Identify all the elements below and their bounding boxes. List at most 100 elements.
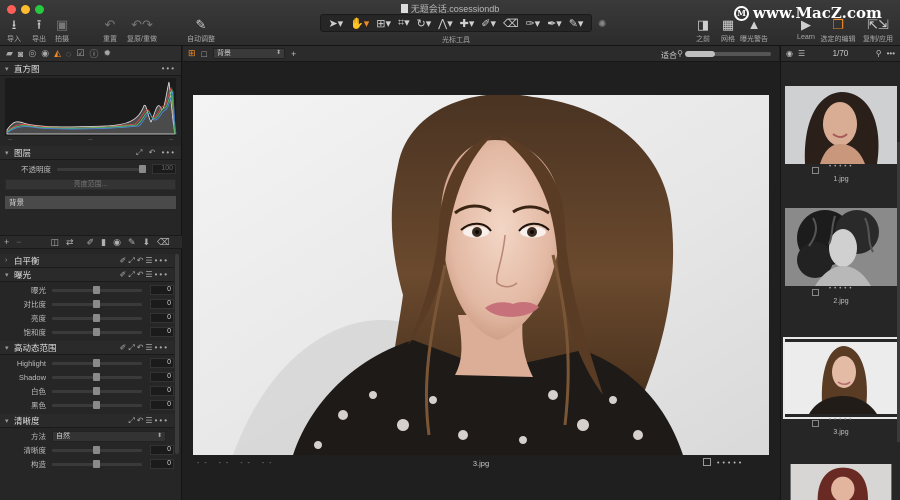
multi-view-icon[interactable]: ⊞ [188, 48, 196, 59]
histogram-header[interactable]: ▾ 直方图 ••• [0, 62, 181, 76]
radial-gradient-icon[interactable]: ◉ [113, 237, 121, 248]
add-layer-icon[interactable]: + [4, 237, 9, 247]
saturation-value[interactable]: 0 [150, 327, 174, 337]
exposure-value[interactable]: 0 [150, 285, 174, 295]
rating-dots[interactable]: ••••• [829, 417, 855, 423]
hdr-actions-icon[interactable]: ✐⤢↶☰••• [120, 343, 169, 353]
structure-slider[interactable] [52, 459, 142, 468]
select-checkbox[interactable] [703, 458, 711, 466]
brightness-slider[interactable] [52, 313, 142, 322]
slider-thumb[interactable] [92, 372, 100, 381]
white-value[interactable]: 0 [150, 386, 174, 396]
loupe-cursor-icon[interactable]: ⊞▾ [376, 17, 391, 30]
camera-tab-icon[interactable]: ◙ [18, 49, 23, 59]
heal-cursor-icon[interactable]: ✑▾ [525, 17, 540, 30]
slider-thumb[interactable] [92, 386, 100, 395]
remove-layer-icon[interactable]: − [16, 237, 21, 247]
thumbnail-checkbox[interactable] [812, 420, 819, 427]
crop-cursor-icon[interactable]: ⌗▾ [398, 16, 410, 30]
settings-tab-icon[interactable]: ✹ [103, 48, 111, 59]
thumbnail-image[interactable] [785, 208, 897, 286]
thumbnail-image[interactable] [783, 337, 899, 419]
zoom-slider-thumb[interactable] [685, 51, 715, 57]
details-tab-icon[interactable]: ◌ [66, 49, 71, 59]
clear-mask-icon[interactable]: ⌫ [157, 237, 170, 248]
keystone-cursor-icon[interactable]: ⋀▾ [438, 17, 453, 30]
contrast-value[interactable]: 0 [150, 299, 174, 309]
search-icon[interactable]: ⚲ [876, 49, 882, 58]
slider-thumb[interactable] [92, 313, 100, 322]
main-photo[interactable] [193, 95, 769, 455]
undo-redo-button[interactable]: ↶↷ 复原/重做 [125, 16, 159, 44]
slider-thumb[interactable] [92, 459, 100, 468]
exposure-header[interactable]: ▾ 曝光 ✐⤢↶☰••• [0, 268, 174, 282]
more-icon[interactable]: ••• [162, 64, 176, 73]
opacity-value[interactable]: 100 [152, 164, 176, 174]
eyedropper-cursor-icon[interactable]: ✒▾ [547, 17, 562, 30]
highlight-value[interactable]: 0 [150, 358, 174, 368]
eraser-cursor-icon[interactable]: ⌫ [503, 17, 519, 30]
mask-view-icon[interactable]: ◫ [51, 237, 60, 248]
thumbnail-checkbox[interactable] [812, 289, 819, 296]
slider-thumb[interactable] [92, 445, 100, 454]
slider-thumb[interactable] [92, 285, 100, 294]
thumbnail-item[interactable]: ••••• 1.jpg [785, 86, 897, 186]
pan-cursor-icon[interactable]: ✋▾ [350, 17, 369, 30]
thumbnail-item[interactable]: ••••• 2.jpg [785, 208, 897, 308]
layer-select[interactable]: 背景 ⬍ [212, 48, 285, 59]
color-tab-icon[interactable]: ◉ [41, 48, 49, 59]
white-balance-header[interactable]: › 白平衡 ✐⤢↶☰••• [0, 254, 174, 268]
annotate-cursor-icon[interactable]: ✎▾ [569, 17, 584, 30]
more-icon[interactable]: ••• [887, 49, 895, 58]
clarity-actions-icon[interactable]: ⤢↶☰••• [128, 416, 169, 426]
black-value[interactable]: 0 [150, 400, 174, 410]
thumbnail-image[interactable] [785, 464, 897, 500]
picker-cursor-icon[interactable]: ✚▾ [460, 17, 475, 30]
hdr-header[interactable]: ▾ 高动态范围 ✐⤢↶☰••• [0, 341, 174, 355]
rating-dots[interactable]: ••••• [829, 286, 855, 292]
layers-header[interactable]: ▾ 图层 ⤢ ↶ ••• [0, 146, 181, 160]
rating-dots[interactable]: ••••• [829, 164, 855, 170]
exposure-slider[interactable] [52, 285, 142, 294]
highlight-slider[interactable] [52, 358, 142, 367]
reset-button[interactable]: ↶ 重置 [93, 16, 127, 44]
linear-gradient-icon[interactable]: ▮ [101, 237, 106, 248]
white-balance-actions-icon[interactable]: ✐⤢↶☰••• [120, 256, 169, 266]
clarity-header[interactable]: ▾ 清晰度 ⤢↶☰••• [0, 414, 174, 428]
opacity-slider-thumb[interactable] [138, 164, 146, 173]
lens-tab-icon[interactable]: ◎ [28, 48, 36, 59]
black-slider[interactable] [52, 400, 142, 409]
add-icon[interactable]: + [291, 49, 296, 59]
list-icon[interactable]: ☰ [798, 49, 805, 58]
layers-actions-icon[interactable]: ⤢ ↶ ••• [136, 148, 176, 158]
thumbnail-item-selected[interactable]: ••••• 3.jpg [783, 337, 899, 439]
method-select[interactable]: 自然 ⬍ [52, 430, 166, 442]
exposure-actions-icon[interactable]: ✐⤢↶☰••• [120, 270, 169, 280]
swap-icon[interactable]: ⇄ [66, 237, 74, 248]
slider-thumb[interactable] [92, 400, 100, 409]
eye-icon[interactable]: ◉ [786, 49, 793, 58]
folder-tab-icon[interactable]: ▰ [6, 48, 13, 59]
rating-dots[interactable]: ••••• [717, 460, 744, 467]
brush-cursor-icon[interactable]: ✐▾ [481, 17, 496, 30]
layer-item-background[interactable]: 背景 [5, 196, 176, 209]
fill-mask-icon[interactable]: ⬇ [143, 237, 151, 248]
luma-range-button[interactable]: 亮度范围... [5, 179, 176, 190]
slider-thumb[interactable] [92, 327, 100, 336]
select-cursor-icon[interactable]: ➤▾ [328, 17, 343, 30]
thumbnail-item[interactable] [785, 464, 897, 500]
clarity-slider[interactable] [52, 445, 142, 454]
thumbnail-checkbox[interactable] [812, 167, 819, 174]
exposure-tab-icon[interactable]: ◭ [54, 48, 61, 59]
auto-adjust-button[interactable]: ✎ 自动调整 [184, 16, 218, 44]
opacity-slider[interactable] [57, 164, 146, 173]
contrast-slider[interactable] [52, 299, 142, 308]
rotate-cursor-icon[interactable]: ↻▾ [417, 17, 432, 30]
zoom-fit-label[interactable]: 适合 [661, 50, 677, 61]
tools-scrollbar[interactable] [175, 254, 179, 454]
single-view-icon[interactable]: □ [202, 49, 207, 59]
shadow-slider[interactable] [52, 372, 142, 381]
saturation-slider[interactable] [52, 327, 142, 336]
metadata-tab-icon[interactable]: ⓘ [89, 47, 98, 60]
structure-value[interactable]: 0 [150, 459, 174, 469]
